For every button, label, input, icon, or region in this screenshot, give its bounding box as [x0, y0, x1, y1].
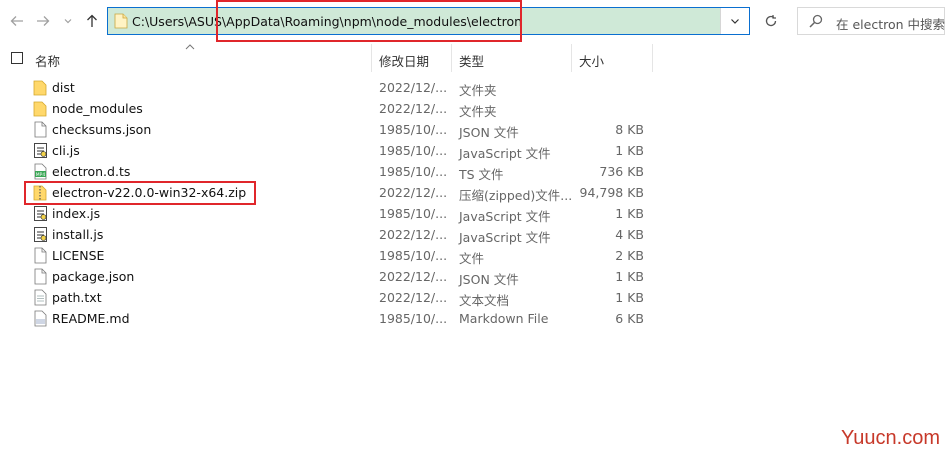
- document-icon: [34, 268, 47, 285]
- column-divider[interactable]: [371, 44, 372, 72]
- column-divider[interactable]: [652, 44, 653, 72]
- select-all-checkbox[interactable]: [11, 52, 23, 64]
- file-row-electron-zip[interactable]: electron-v22.0.0-win32-x64.zip 2022/12/.…: [0, 182, 660, 203]
- search-placeholder: 在 electron 中搜索: [836, 17, 946, 32]
- file-row-path-txt[interactable]: path.txt 2022/12/... 文本文档 1 KB: [0, 287, 660, 308]
- file-row-dist[interactable]: dist 2022/12/... 文件夹: [0, 77, 660, 98]
- column-header-type[interactable]: 类型: [459, 51, 484, 70]
- file-row-install-js[interactable]: install.js 2022/12/... JavaScript 文件 4 K…: [0, 224, 660, 245]
- address-toolbar: C:\Users\ASUS\AppData\Roaming\npm\node_m…: [0, 0, 952, 42]
- zip-folder-icon: [33, 185, 47, 201]
- document-icon: [34, 247, 47, 264]
- script-icon: [34, 143, 47, 158]
- forward-arrow-icon[interactable]: [33, 11, 53, 31]
- file-row-license[interactable]: LICENSE 1985/10/... 文件 2 KB: [0, 245, 660, 266]
- watermark: Yuucn.com: [841, 427, 940, 449]
- refresh-icon[interactable]: [758, 7, 784, 35]
- file-row-node-modules[interactable]: node_modules 2022/12/... 文件夹: [0, 98, 660, 119]
- script-icon: [34, 227, 47, 242]
- search-icon: [809, 14, 823, 28]
- ts-file-icon: MP4: [34, 163, 47, 180]
- up-arrow-icon[interactable]: [82, 11, 102, 31]
- back-arrow-icon[interactable]: [7, 11, 27, 31]
- column-header-size[interactable]: 大小: [579, 51, 604, 70]
- file-row-checksums-json[interactable]: checksums.json 1985/10/... JSON 文件 8 KB: [0, 119, 660, 140]
- address-path: C:\Users\ASUS\AppData\Roaming\npm\node_m…: [132, 14, 523, 29]
- file-row-package-json[interactable]: package.json 2022/12/... JSON 文件 1 KB: [0, 266, 660, 287]
- document-icon: [34, 121, 47, 138]
- file-list: dist 2022/12/... 文件夹 node_modules 2022/1…: [0, 77, 660, 329]
- column-header-date[interactable]: 修改日期: [379, 51, 429, 70]
- folder-icon: [114, 13, 128, 29]
- column-divider[interactable]: [571, 44, 572, 72]
- folder-icon: [33, 101, 47, 117]
- column-divider[interactable]: [451, 44, 452, 72]
- column-header-row: 名称 修改日期 类型 大小: [0, 44, 952, 72]
- markdown-file-icon: [34, 310, 47, 327]
- address-bar[interactable]: C:\Users\ASUS\AppData\Roaming\npm\node_m…: [107, 7, 750, 35]
- text-document-icon: [34, 289, 47, 306]
- file-row-electron-d-ts[interactable]: MP4 electron.d.ts 1985/10/... TS 文件 736 …: [0, 161, 660, 182]
- recent-locations-chevron-icon[interactable]: [58, 11, 78, 31]
- script-icon: [34, 206, 47, 221]
- file-row-index-js[interactable]: index.js 1985/10/... JavaScript 文件 1 KB: [0, 203, 660, 224]
- column-header-name[interactable]: 名称: [35, 51, 60, 70]
- sort-ascending-icon: [185, 42, 195, 53]
- address-dropdown-chevron-icon[interactable]: [720, 8, 749, 34]
- folder-icon: [33, 80, 47, 96]
- search-box[interactable]: 在 electron 中搜索: [797, 7, 945, 35]
- svg-text:MP4: MP4: [36, 172, 46, 178]
- file-row-cli-js[interactable]: cli.js 1985/10/... JavaScript 文件 1 KB: [0, 140, 660, 161]
- file-row-readme-md[interactable]: README.md 1985/10/... Markdown File 6 KB: [0, 308, 660, 329]
